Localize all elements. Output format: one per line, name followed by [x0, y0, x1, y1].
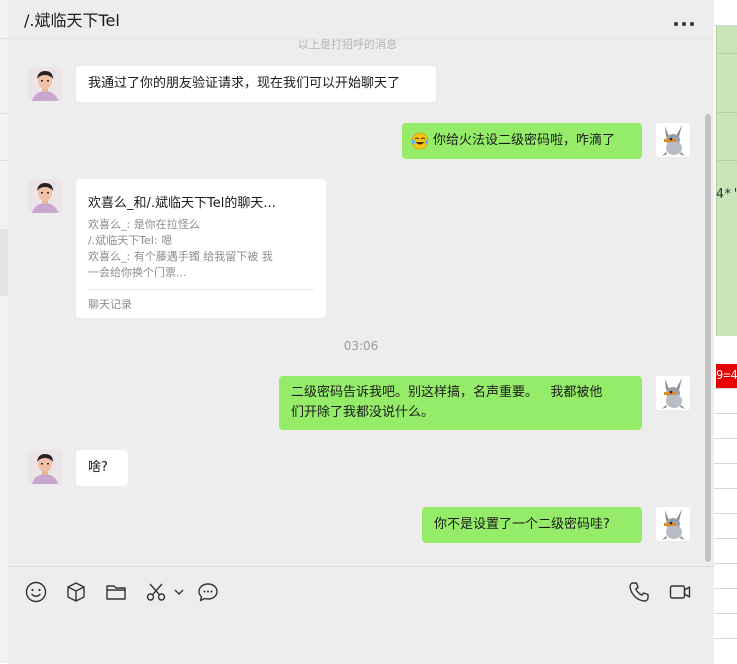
input-toolbar [8, 566, 714, 664]
chat-record-line: 一会给你换个门票... [88, 266, 187, 279]
chat-record-card[interactable]: 欢喜么_和/.斌临天下Tel的聊天... 欢喜么_: 是你在拉怪么 /.斌临天下… [76, 179, 326, 318]
chat-window: /.斌临天下Tel 以上是打招呼的消息 我通过了你的朋友验证请求，现在我们可以开… [8, 0, 714, 664]
chat-header: /.斌临天下Tel [8, 0, 714, 39]
message-bubble[interactable]: 我通过了你的朋友验证请求，现在我们可以开始聊天了 [76, 66, 436, 102]
emoji-icon[interactable] [24, 580, 48, 604]
message-text: 二级密码告诉我吧。别这样搞，名声重要。 我都被他 [291, 385, 603, 400]
message-bubble[interactable]: 你给火法设二级密码啦，咋滴了 [402, 123, 642, 159]
chat-record-line: 欢喜么_: 有个藤遇手镯 给我留下被 我 [88, 250, 273, 263]
laughing-tears-emoji-icon [411, 132, 429, 150]
message-text: 啥? [88, 460, 108, 475]
chevron-down-icon[interactable] [171, 584, 187, 600]
contact-avatar[interactable] [28, 179, 62, 213]
message-text: 你给火法设二级密码啦，咋滴了 [433, 133, 616, 148]
phone-icon[interactable] [627, 580, 651, 604]
chat-record-footer: 聊天记录 [88, 298, 132, 311]
contact-avatar[interactable] [28, 67, 62, 101]
spreadsheet-red-cell-text: 9=4 [716, 368, 737, 382]
spreadsheet-gridline [716, 53, 737, 54]
self-avatar[interactable] [656, 507, 690, 541]
sticker-box-icon[interactable] [64, 580, 88, 604]
spreadsheet-green-cell [716, 26, 737, 336]
message-bubble[interactable]: 你不是设置了一个二级密码哇? [422, 507, 642, 543]
chat-record-preview: 欢喜么_: 是你在拉怪么 /.斌临天下Tel: 嗯 欢喜么_: 有个藤遇手镯 给… [88, 217, 292, 281]
message-bubble[interactable]: 啥? [76, 450, 128, 486]
spreadsheet-gridline [716, 112, 737, 113]
spreadsheet-gridline [716, 160, 737, 161]
video-call-icon[interactable] [668, 580, 692, 604]
message-timestamp: 03:06 [343, 339, 379, 353]
contact-avatar[interactable] [28, 450, 62, 484]
chat-bubble-icon[interactable] [196, 580, 220, 604]
self-avatar[interactable] [656, 123, 690, 157]
card-divider [88, 289, 314, 290]
folder-icon[interactable] [104, 580, 128, 604]
scrollbar[interactable] [705, 114, 711, 562]
message-bubble[interactable]: 二级密码告诉我吧。别这样搞，名声重要。 我都被他 们开除了我都没说什么。 [279, 376, 642, 430]
system-notice: 以上是打招呼的消息 [298, 39, 397, 51]
message-list[interactable]: 以上是打招呼的消息 我通过了你的朋友验证请求，现在我们可以开始聊天了 你给火法设… [8, 39, 714, 566]
chat-record-line: 欢喜么_: 是你在拉怪么 [88, 218, 200, 231]
chat-title: /.斌临天下Tel [24, 11, 120, 30]
chat-record-title: 欢喜么_和/.斌临天下Tel的聊天... [88, 196, 276, 211]
message-text: 们开除了我都没说什么。 [291, 405, 435, 420]
self-avatar[interactable] [656, 376, 690, 410]
chat-record-line: /.斌临天下Tel: 嗯 [88, 234, 173, 247]
message-text: 你不是设置了一个二级密码哇? [434, 517, 610, 532]
scissors-icon[interactable] [144, 580, 168, 604]
spreadsheet-cell-text: 4*' [716, 187, 737, 202]
message-text: 我通过了你的朋友验证请求，现在我们可以开始聊天了 [88, 76, 401, 91]
more-options-icon[interactable] [674, 22, 694, 26]
